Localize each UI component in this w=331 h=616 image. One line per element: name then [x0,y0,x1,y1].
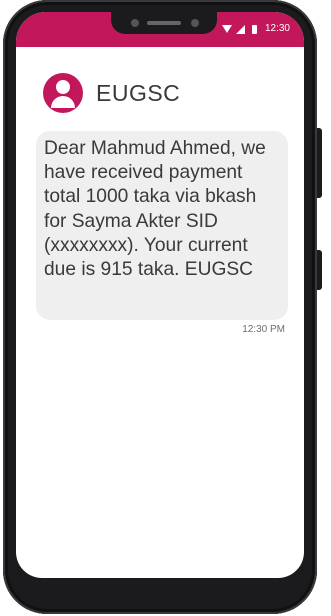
message-text: Dear Mahmud Ahmed, we have received paym… [44,138,266,281]
status-bar: 12:30 [16,12,304,47]
power-button [317,128,322,198]
conversation-header: EUGSC [43,73,180,113]
volume-button [317,250,322,290]
status-icons: 12:30 [221,23,290,35]
battery-icon [251,24,257,34]
sender-name[interactable]: EUGSC [96,80,180,107]
camera-notch [111,12,217,34]
status-time: 12:30 [264,23,290,34]
front-camera-icon [131,19,139,27]
phone-frame: 12:30 EUGSC Dear Mahmud Ahmed, we have r… [3,0,322,614]
wifi-icon [221,25,232,33]
message-timestamp: 12:30 PM [242,324,285,335]
signal-icon [235,24,245,34]
phone-screen: 12:30 EUGSC Dear Mahmud Ahmed, we have r… [16,12,304,578]
message-bubble[interactable]: Dear Mahmud Ahmed, we have received paym… [36,131,288,320]
person-icon[interactable] [43,73,83,113]
sensor-icon [191,19,199,27]
earpiece-speaker [147,21,181,25]
